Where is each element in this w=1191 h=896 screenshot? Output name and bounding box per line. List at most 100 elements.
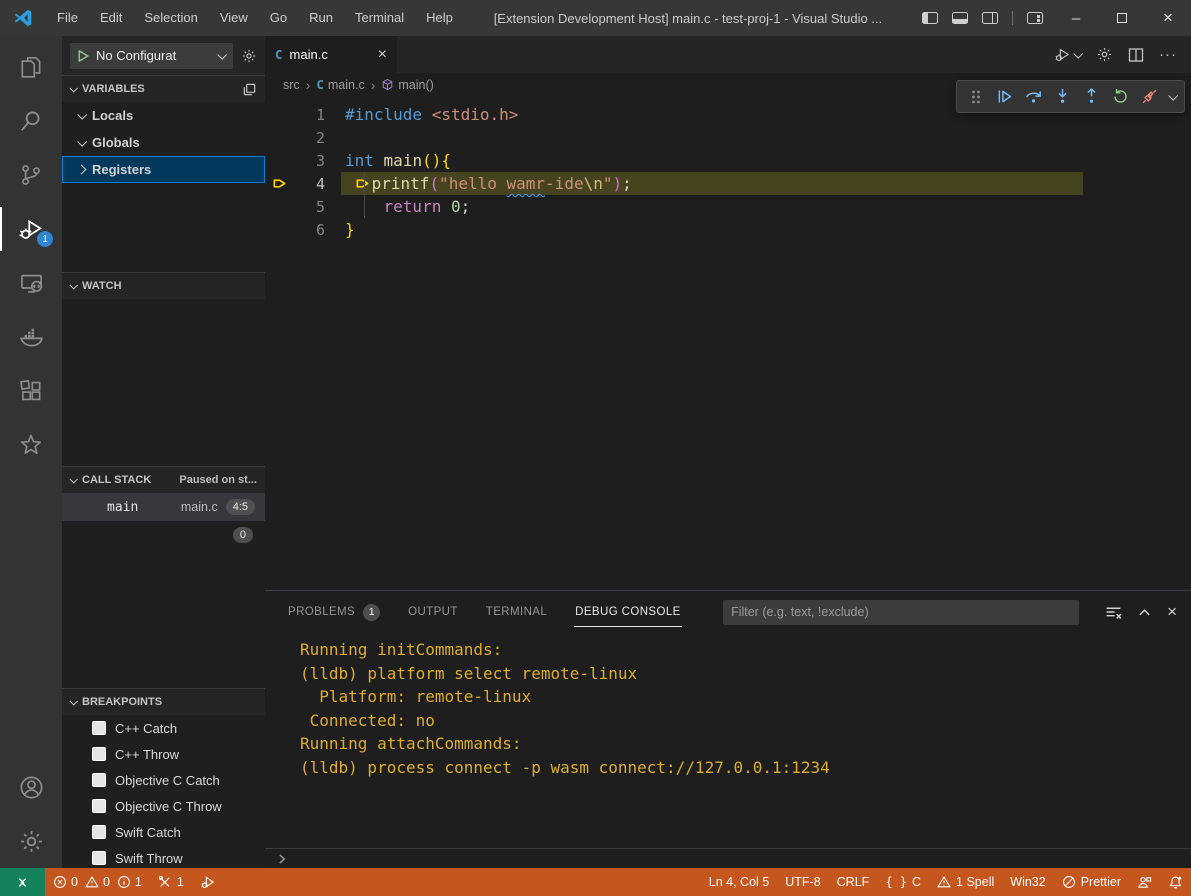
minimize-button[interactable]: – — [1053, 0, 1099, 36]
menu-item[interactable]: Help — [415, 0, 464, 36]
step-into-button[interactable] — [1049, 83, 1076, 110]
feedback-icon[interactable] — [1129, 868, 1160, 896]
platform-status[interactable]: Win32 — [1002, 868, 1053, 896]
breakpoint-checkbox[interactable] — [92, 825, 106, 839]
breadcrumb-folder[interactable]: src — [283, 78, 300, 92]
debug-status-icon[interactable] — [192, 868, 224, 896]
notifications-bell-icon[interactable] — [1160, 868, 1191, 896]
menu-item[interactable]: Edit — [89, 0, 133, 36]
breakpoint-checkbox[interactable] — [92, 721, 106, 735]
breakpoint-checkbox[interactable] — [92, 851, 106, 865]
toggle-secondary-sidebar-icon[interactable] — [982, 12, 998, 24]
activity-extensions-icon[interactable] — [0, 364, 62, 418]
breakpoint-item[interactable]: C++ Throw — [62, 741, 265, 767]
variables-header[interactable]: VARIABLES — [62, 76, 265, 102]
frame-function: main — [107, 500, 138, 515]
spell-checker-status[interactable]: 1 Spell — [929, 868, 1002, 896]
editor-tab-main-c[interactable]: C main.c × — [265, 36, 397, 73]
split-editor-icon[interactable] — [1128, 47, 1144, 63]
panel-tab[interactable]: PROBLEMS 1 — [287, 599, 381, 626]
call-stack-session-row[interactable]: 0 — [62, 521, 265, 549]
menu-item[interactable]: File — [46, 0, 89, 36]
editor-actions: ··· — [1054, 36, 1191, 73]
breakpoint-checkbox[interactable] — [92, 773, 106, 787]
menu-item[interactable]: View — [209, 0, 259, 36]
call-stack-header[interactable]: CALL STACK Paused on st... — [62, 467, 265, 493]
activity-remote-explorer-icon[interactable] — [0, 256, 62, 310]
language-mode-status[interactable]: { } C — [877, 868, 929, 896]
activity-run-debug-icon[interactable]: 1 — [0, 202, 62, 256]
menu-item[interactable]: Terminal — [344, 0, 415, 36]
variables-tree-item[interactable]: Globals — [62, 129, 265, 156]
eol-status[interactable]: CRLF — [829, 868, 878, 896]
remote-indicator[interactable] — [0, 868, 45, 896]
activity-accounts-icon[interactable] — [0, 760, 62, 814]
open-launch-config-gear-icon[interactable] — [241, 48, 257, 64]
menu-item[interactable]: Run — [298, 0, 344, 36]
activity-search-icon[interactable] — [0, 94, 62, 148]
editor-settings-gear-icon[interactable] — [1096, 46, 1113, 63]
restart-button[interactable] — [1107, 83, 1134, 110]
breakpoint-item[interactable]: C++ Catch — [62, 715, 265, 741]
maximize-panel-chevron-icon[interactable] — [1137, 605, 1152, 620]
watch-header[interactable]: WATCH — [62, 273, 265, 299]
gutter-glyph-margin[interactable] — [265, 176, 291, 191]
line-number: 6 — [291, 221, 325, 239]
clear-console-icon[interactable] — [1105, 604, 1122, 621]
maximize-button[interactable] — [1099, 0, 1145, 36]
activity-source-control-icon[interactable] — [0, 148, 62, 202]
more-actions-icon[interactable]: ··· — [1159, 46, 1177, 63]
breakpoint-item[interactable]: Objective C Throw — [62, 793, 265, 819]
breadcrumb-file[interactable]: C main.c — [316, 77, 364, 92]
code-line[interactable]: 4 printf("hello wamr-ide\n"); — [265, 172, 1191, 195]
menu-item[interactable]: Selection — [133, 0, 208, 36]
debug-console-output[interactable]: Running initCommands:(lldb) platform sel… — [265, 633, 1191, 848]
close-panel-icon[interactable]: × — [1167, 602, 1177, 622]
step-out-button[interactable] — [1078, 83, 1105, 110]
panel-tab[interactable]: OUTPUT — [407, 599, 459, 626]
breakpoint-item[interactable]: Objective C Catch — [62, 767, 265, 793]
activity-docker-icon[interactable] — [0, 310, 62, 364]
variables-tree-item[interactable]: Locals — [62, 102, 265, 129]
tools-status[interactable]: 1 — [150, 868, 192, 896]
call-stack-frame[interactable]: main main.c 4:5 — [62, 493, 265, 521]
activity-star-icon[interactable] — [0, 418, 62, 472]
run-or-debug-button[interactable] — [1054, 46, 1081, 63]
code-line[interactable]: 6 } — [265, 218, 1191, 241]
debug-session-chevron-icon[interactable] — [1165, 93, 1179, 100]
toggle-sidebar-icon[interactable] — [922, 12, 938, 24]
panel-tab[interactable]: TERMINAL — [485, 599, 548, 626]
formatter-status[interactable]: Prettier — [1054, 868, 1129, 896]
breakpoints-header[interactable]: BREAKPOINTS — [62, 689, 265, 715]
menu-item[interactable]: Go — [259, 0, 298, 36]
continue-button[interactable] — [991, 83, 1018, 110]
code-line[interactable]: 5 return 0; — [265, 195, 1191, 218]
encoding-status[interactable]: UTF-8 — [777, 868, 828, 896]
toolbar-drag-handle[interactable] — [962, 83, 989, 110]
debug-console-input[interactable] — [265, 848, 1191, 868]
activity-files-icon[interactable] — [0, 40, 62, 94]
watch-list — [62, 299, 265, 466]
breakpoint-checkbox[interactable] — [92, 747, 106, 761]
toggle-panel-icon[interactable] — [952, 12, 968, 24]
code-editor[interactable]: 1 #include <stdio.h> 2 3 int main(){ 4 p… — [265, 96, 1191, 590]
disconnect-button[interactable] — [1136, 83, 1163, 110]
code-line[interactable]: 2 — [265, 126, 1191, 149]
launch-configuration-dropdown[interactable]: No Configurat — [70, 43, 233, 69]
breadcrumb-symbol[interactable]: main() — [381, 78, 433, 92]
breakpoint-checkbox[interactable] — [92, 799, 106, 813]
tab-close-icon[interactable]: × — [378, 46, 387, 64]
collapse-all-icon[interactable] — [242, 82, 257, 97]
problems-status[interactable]: 0 0 1 — [45, 868, 150, 896]
breakpoint-item[interactable]: Swift Catch — [62, 819, 265, 845]
close-button[interactable]: × — [1145, 0, 1191, 36]
execution-pointer-icon — [272, 176, 287, 191]
customize-layout-icon[interactable] — [1027, 12, 1043, 24]
activity-settings-gear-icon[interactable] — [0, 814, 62, 868]
console-filter-input[interactable] — [723, 600, 1079, 625]
step-over-button[interactable] — [1020, 83, 1047, 110]
panel-tab[interactable]: DEBUG CONSOLE — [574, 599, 682, 626]
cursor-position-status[interactable]: Ln 4, Col 5 — [701, 868, 777, 896]
variables-tree-item[interactable]: Registers — [62, 156, 265, 183]
code-line[interactable]: 3 int main(){ — [265, 149, 1191, 172]
